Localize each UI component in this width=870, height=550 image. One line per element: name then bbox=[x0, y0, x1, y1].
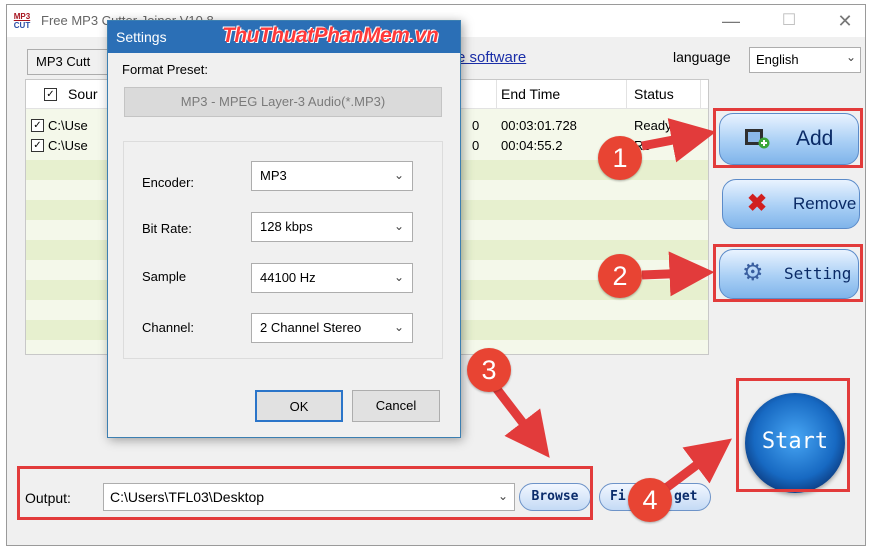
arrow-step-3 bbox=[489, 381, 550, 458]
annotation-arrows bbox=[489, 118, 732, 492]
arrow-step-2 bbox=[641, 251, 715, 297]
arrow-step-1 bbox=[641, 118, 717, 163]
step-marker-1: 1 bbox=[598, 136, 642, 180]
step-marker-2: 2 bbox=[598, 254, 642, 298]
step-marker-3: 3 bbox=[467, 348, 511, 392]
step-marker-4: 4 bbox=[628, 478, 672, 522]
arrow-step-4 bbox=[663, 438, 732, 492]
